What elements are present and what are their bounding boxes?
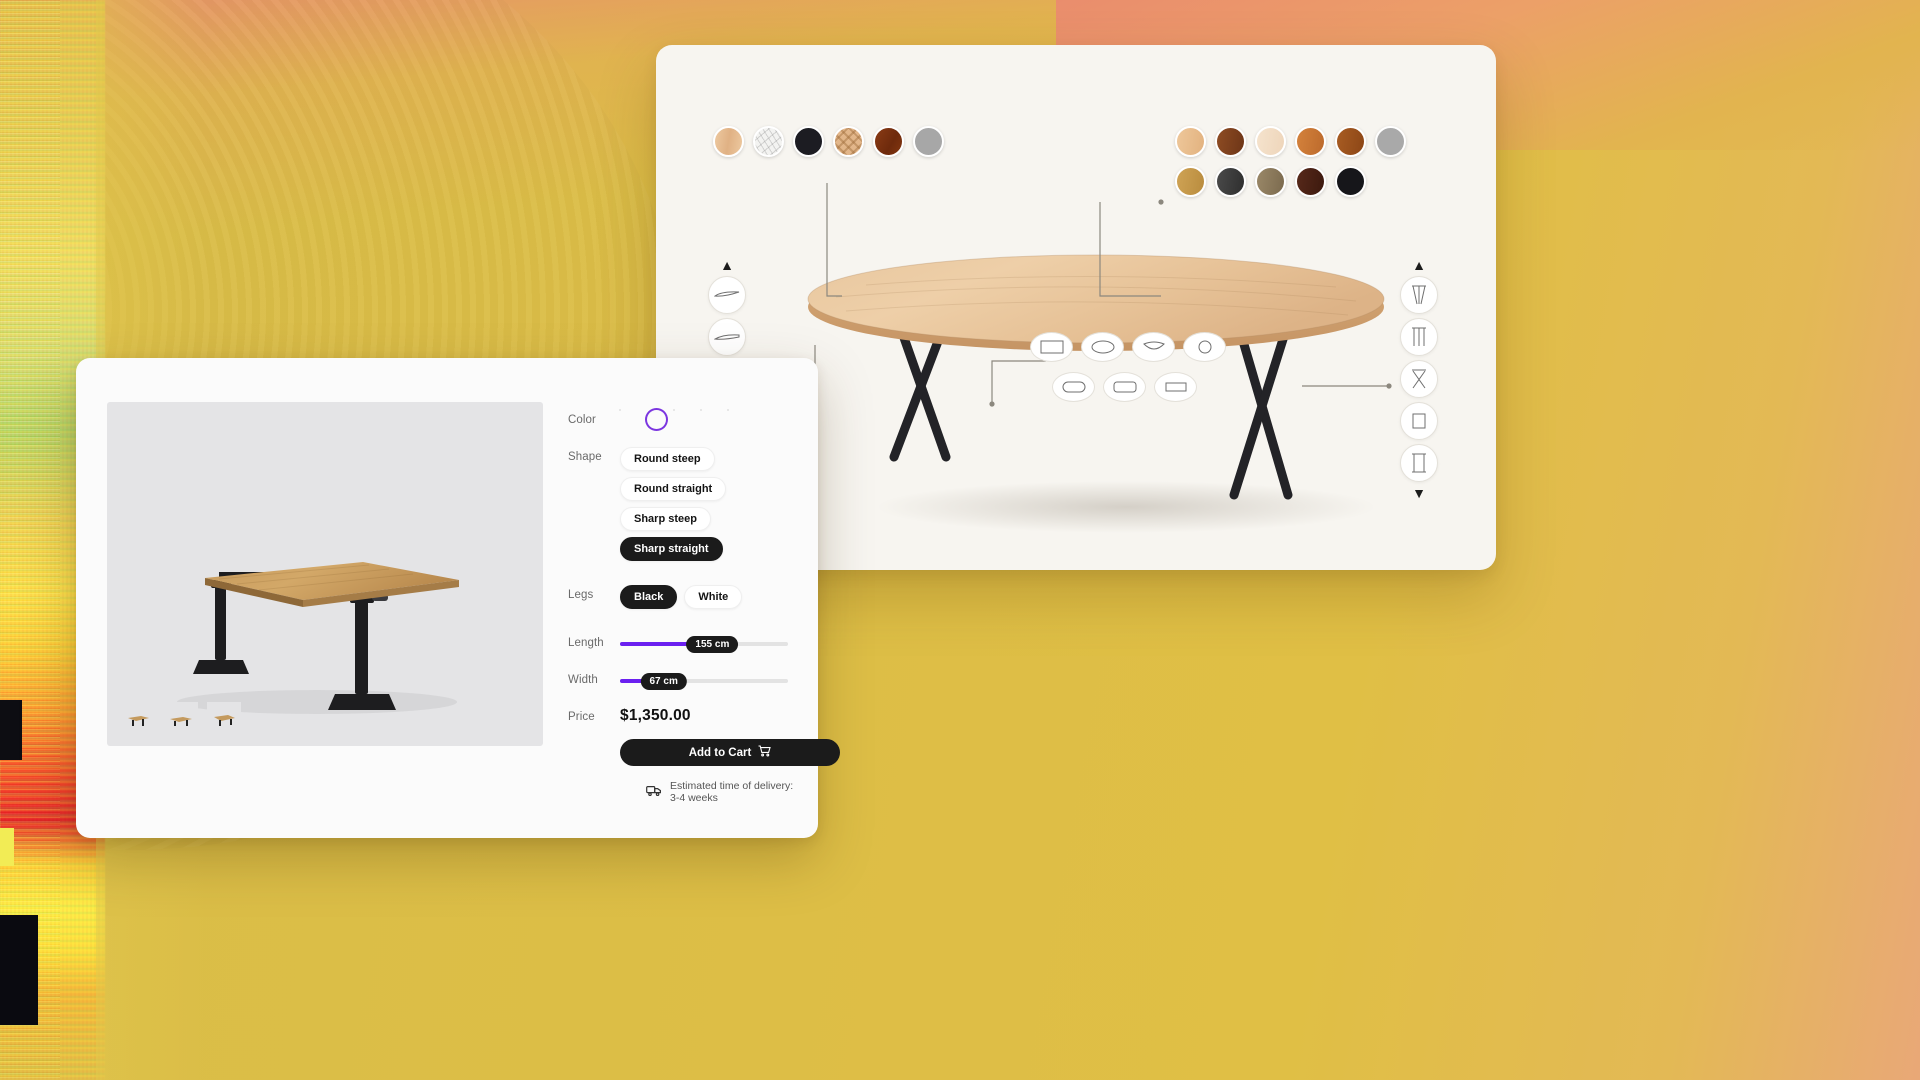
- thumbnail-3[interactable]: [207, 702, 241, 736]
- configurator-form: Color Shape Round steep Round straight S…: [568, 410, 840, 804]
- width-slider[interactable]: 67 cm: [620, 673, 788, 690]
- material-swatch-chestnut[interactable]: [1335, 126, 1366, 157]
- glitch-yellow-block: [0, 828, 14, 866]
- leg-style-option-x[interactable]: [1400, 360, 1438, 398]
- add-to-cart-button[interactable]: Add to Cart: [620, 739, 840, 766]
- material-swatch-jet-black[interactable]: [1335, 166, 1366, 197]
- price-value: $1,350.00: [620, 707, 691, 724]
- shape-option-round-straight[interactable]: Round straight: [620, 477, 727, 501]
- width-row: Width 67 cm: [568, 670, 798, 690]
- color-swatch-natural-oak[interactable]: [674, 410, 693, 429]
- tabletop-shape-oval[interactable]: [1081, 332, 1124, 362]
- color-label: Color: [568, 414, 596, 426]
- leg-style-option-box[interactable]: [1400, 402, 1438, 440]
- material-swatch-espresso[interactable]: [1295, 166, 1326, 197]
- leg-style-option-panel[interactable]: [1400, 444, 1438, 482]
- legs-option-white[interactable]: White: [684, 585, 743, 609]
- color-swatch-light-oak[interactable]: [647, 410, 666, 429]
- chevron-up-icon[interactable]: ▲: [720, 258, 734, 272]
- shape-options[interactable]: Round steep Round straight Sharp steep S…: [620, 447, 798, 567]
- leg-material-swatches[interactable]: [1175, 126, 1406, 197]
- tabletop-shape-options-row-2[interactable]: [1052, 372, 1197, 402]
- thumbnail-1[interactable]: [121, 702, 155, 736]
- legs-option-black[interactable]: Black: [620, 585, 678, 609]
- width-slider-knob[interactable]: 67 cm: [640, 673, 687, 690]
- price-label: Price: [568, 711, 595, 723]
- leg-style-option-b[interactable]: [1400, 318, 1438, 356]
- material-swatch-smoke-oak[interactable]: [1255, 166, 1286, 197]
- shape-option-sharp-steep[interactable]: Sharp steep: [620, 507, 711, 531]
- material-swatch-walnut[interactable]: [1215, 126, 1246, 157]
- tabletop-shape-rounded-rect[interactable]: [1103, 372, 1146, 402]
- length-slider-knob[interactable]: 155 cm: [686, 636, 739, 653]
- shape-row: Shape Round steep Round straight Sharp s…: [568, 447, 798, 567]
- color-swatch-walnut[interactable]: [701, 410, 720, 429]
- color-swatch-list[interactable]: [620, 410, 798, 429]
- material-swatch-dark-walnut[interactable]: [873, 126, 904, 157]
- length-slider[interactable]: 155 cm: [620, 636, 788, 653]
- length-label: Length: [568, 637, 604, 649]
- color-row: Color: [568, 410, 798, 429]
- leg-style-option-a[interactable]: [1400, 276, 1438, 314]
- shape-label: Shape: [568, 451, 602, 463]
- legs-options[interactable]: Black White: [620, 585, 798, 615]
- add-to-cart-label: Add to Cart: [688, 746, 752, 759]
- material-swatch-herringbone-oak[interactable]: [833, 126, 864, 157]
- desk-product-configurator: Color Shape Round steep Round straight S…: [76, 358, 840, 838]
- color-swatch-black[interactable]: [620, 410, 639, 429]
- material-swatch-natural-oak[interactable]: [1175, 126, 1206, 157]
- edge-profile-option-2[interactable]: [708, 318, 746, 356]
- tabletop-shape-circle[interactable]: [1183, 332, 1226, 362]
- delivery-truck-icon: [646, 784, 662, 800]
- glitch-black-block-2: [0, 915, 38, 1025]
- tabletop-shape-square-edge[interactable]: [1154, 372, 1197, 402]
- price-row: Price $1,350.00: [568, 707, 798, 725]
- material-swatch-white-marble[interactable]: [753, 126, 784, 157]
- color-swatch-dark-walnut[interactable]: [728, 410, 747, 429]
- tabletop-shape-rectangle[interactable]: [1030, 332, 1073, 362]
- chevron-down-icon-legs[interactable]: ▼: [1412, 486, 1426, 500]
- leg-style-options[interactable]: ▲ ▼: [1400, 258, 1438, 500]
- desk-render: [177, 562, 459, 714]
- shape-option-round-steep[interactable]: Round steep: [620, 447, 715, 471]
- preview-thumbnails[interactable]: [121, 702, 241, 736]
- chevron-up-icon-legs[interactable]: ▲: [1412, 258, 1426, 272]
- tabletop-shape-boat[interactable]: [1132, 332, 1175, 362]
- legs-label: Legs: [568, 589, 594, 601]
- delivery-estimate-text: Estimated time of delivery: 3-4 weeks: [670, 780, 794, 804]
- material-swatch-grey[interactable]: [913, 126, 944, 157]
- material-swatch-cream-oak[interactable]: [1255, 126, 1286, 157]
- delivery-estimate: Estimated time of delivery: 3-4 weeks: [646, 780, 798, 804]
- length-row: Length 155 cm: [568, 633, 798, 653]
- tabletop-shape-options-row-1[interactable]: [1030, 332, 1226, 362]
- glitch-black-block-1: [0, 700, 22, 760]
- width-label: Width: [568, 674, 598, 686]
- material-swatch-charcoal[interactable]: [1215, 166, 1246, 197]
- edge-profile-option-1[interactable]: [708, 276, 746, 314]
- tabletop-shape-stadium[interactable]: [1052, 372, 1095, 402]
- material-swatch-light-oak[interactable]: [713, 126, 744, 157]
- shopping-cart-icon: [758, 745, 772, 760]
- material-swatch-black[interactable]: [793, 126, 824, 157]
- material-swatch-grey-oak[interactable]: [1375, 126, 1406, 157]
- tabletop-material-swatches[interactable]: [713, 126, 944, 157]
- material-swatch-honey-oak[interactable]: [1175, 166, 1206, 197]
- product-preview-image: [107, 402, 543, 746]
- legs-row: Legs Black White: [568, 585, 798, 615]
- thumbnail-2[interactable]: [164, 702, 198, 736]
- material-swatch-amber-oak[interactable]: [1295, 126, 1326, 157]
- shape-option-sharp-straight[interactable]: Sharp straight: [620, 537, 723, 561]
